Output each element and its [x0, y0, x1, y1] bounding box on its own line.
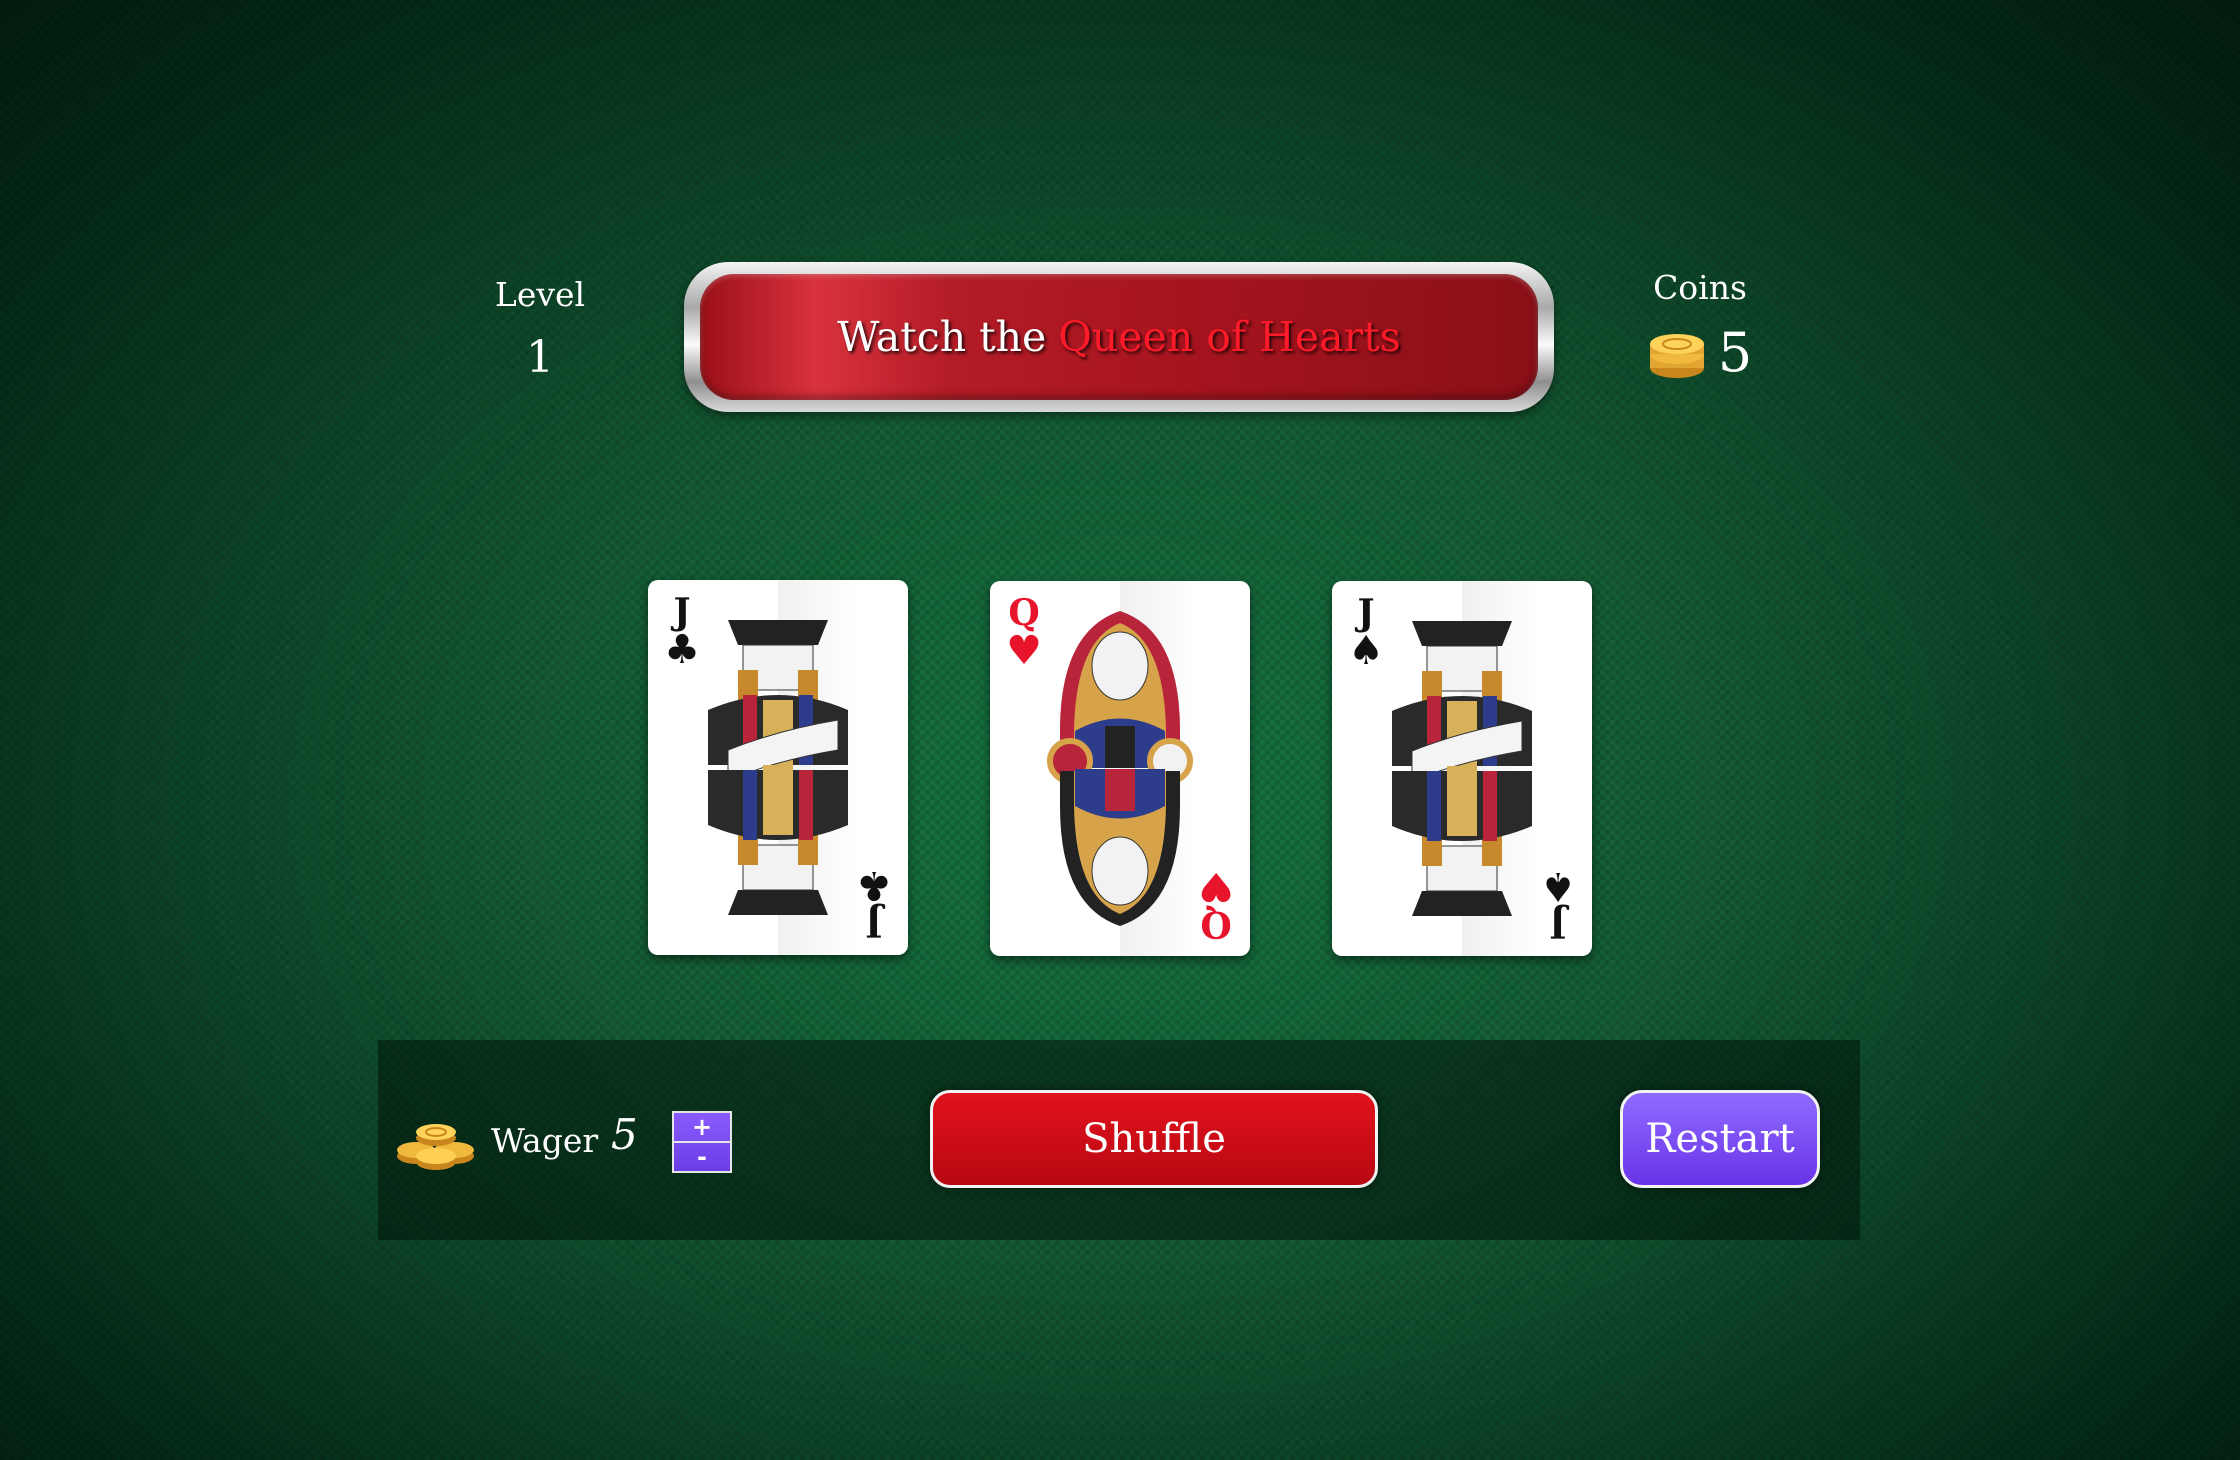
- queen-portrait-icon: [1047, 611, 1193, 926]
- card-rank: J: [865, 902, 883, 944]
- jack-portrait-icon: [708, 620, 848, 915]
- spade-icon: ♠: [1540, 863, 1576, 910]
- coin-stack-icon: [1649, 333, 1704, 378]
- card-queen-of-hearts[interactable]: Q ♥ Q ♥: [990, 581, 1250, 956]
- banner-prefix: Watch the: [837, 313, 1047, 361]
- wager-stepper: + -: [672, 1111, 732, 1173]
- wager-increase-button[interactable]: +: [674, 1113, 730, 1143]
- instruction-banner: Watch the Queen of Hearts: [684, 262, 1554, 412]
- coin-pile-icon: [397, 1124, 474, 1170]
- restart-button[interactable]: Restart: [1620, 1090, 1820, 1188]
- coins-display: Coins 5: [1620, 268, 1780, 384]
- card-rank: Q: [1200, 903, 1232, 945]
- card-jack-of-spades[interactable]: J ♠ J ♠: [1332, 581, 1592, 956]
- heart-icon: ♥: [1198, 863, 1234, 910]
- shuffle-button[interactable]: Shuffle: [930, 1090, 1378, 1188]
- level-display: Level 1: [470, 275, 610, 383]
- jack-portrait-icon: [1392, 621, 1532, 916]
- wager-value: 5: [611, 1110, 638, 1159]
- wager-decrease-button[interactable]: -: [674, 1143, 730, 1171]
- club-icon: ♣: [856, 862, 892, 909]
- wager-label: Wager: [491, 1121, 599, 1160]
- level-value: 1: [526, 332, 554, 383]
- club-icon: ♣: [664, 626, 700, 673]
- card-rank: J: [673, 591, 691, 633]
- banner-plate: Watch the Queen of Hearts: [700, 274, 1538, 400]
- card-rank: J: [1549, 903, 1567, 945]
- card-rank: J: [1357, 592, 1375, 634]
- banner-target-card: Queen of Hearts: [1058, 313, 1401, 361]
- level-label: Level: [494, 275, 586, 314]
- spade-icon: ♠: [1348, 627, 1384, 674]
- coins-label: Coins: [1653, 268, 1747, 307]
- heart-icon: ♥: [1006, 627, 1042, 674]
- coins-value: 5: [1717, 321, 1753, 384]
- card-jack-of-clubs[interactable]: J ♣ J ♣: [648, 580, 908, 955]
- card-rank: Q: [1008, 592, 1040, 634]
